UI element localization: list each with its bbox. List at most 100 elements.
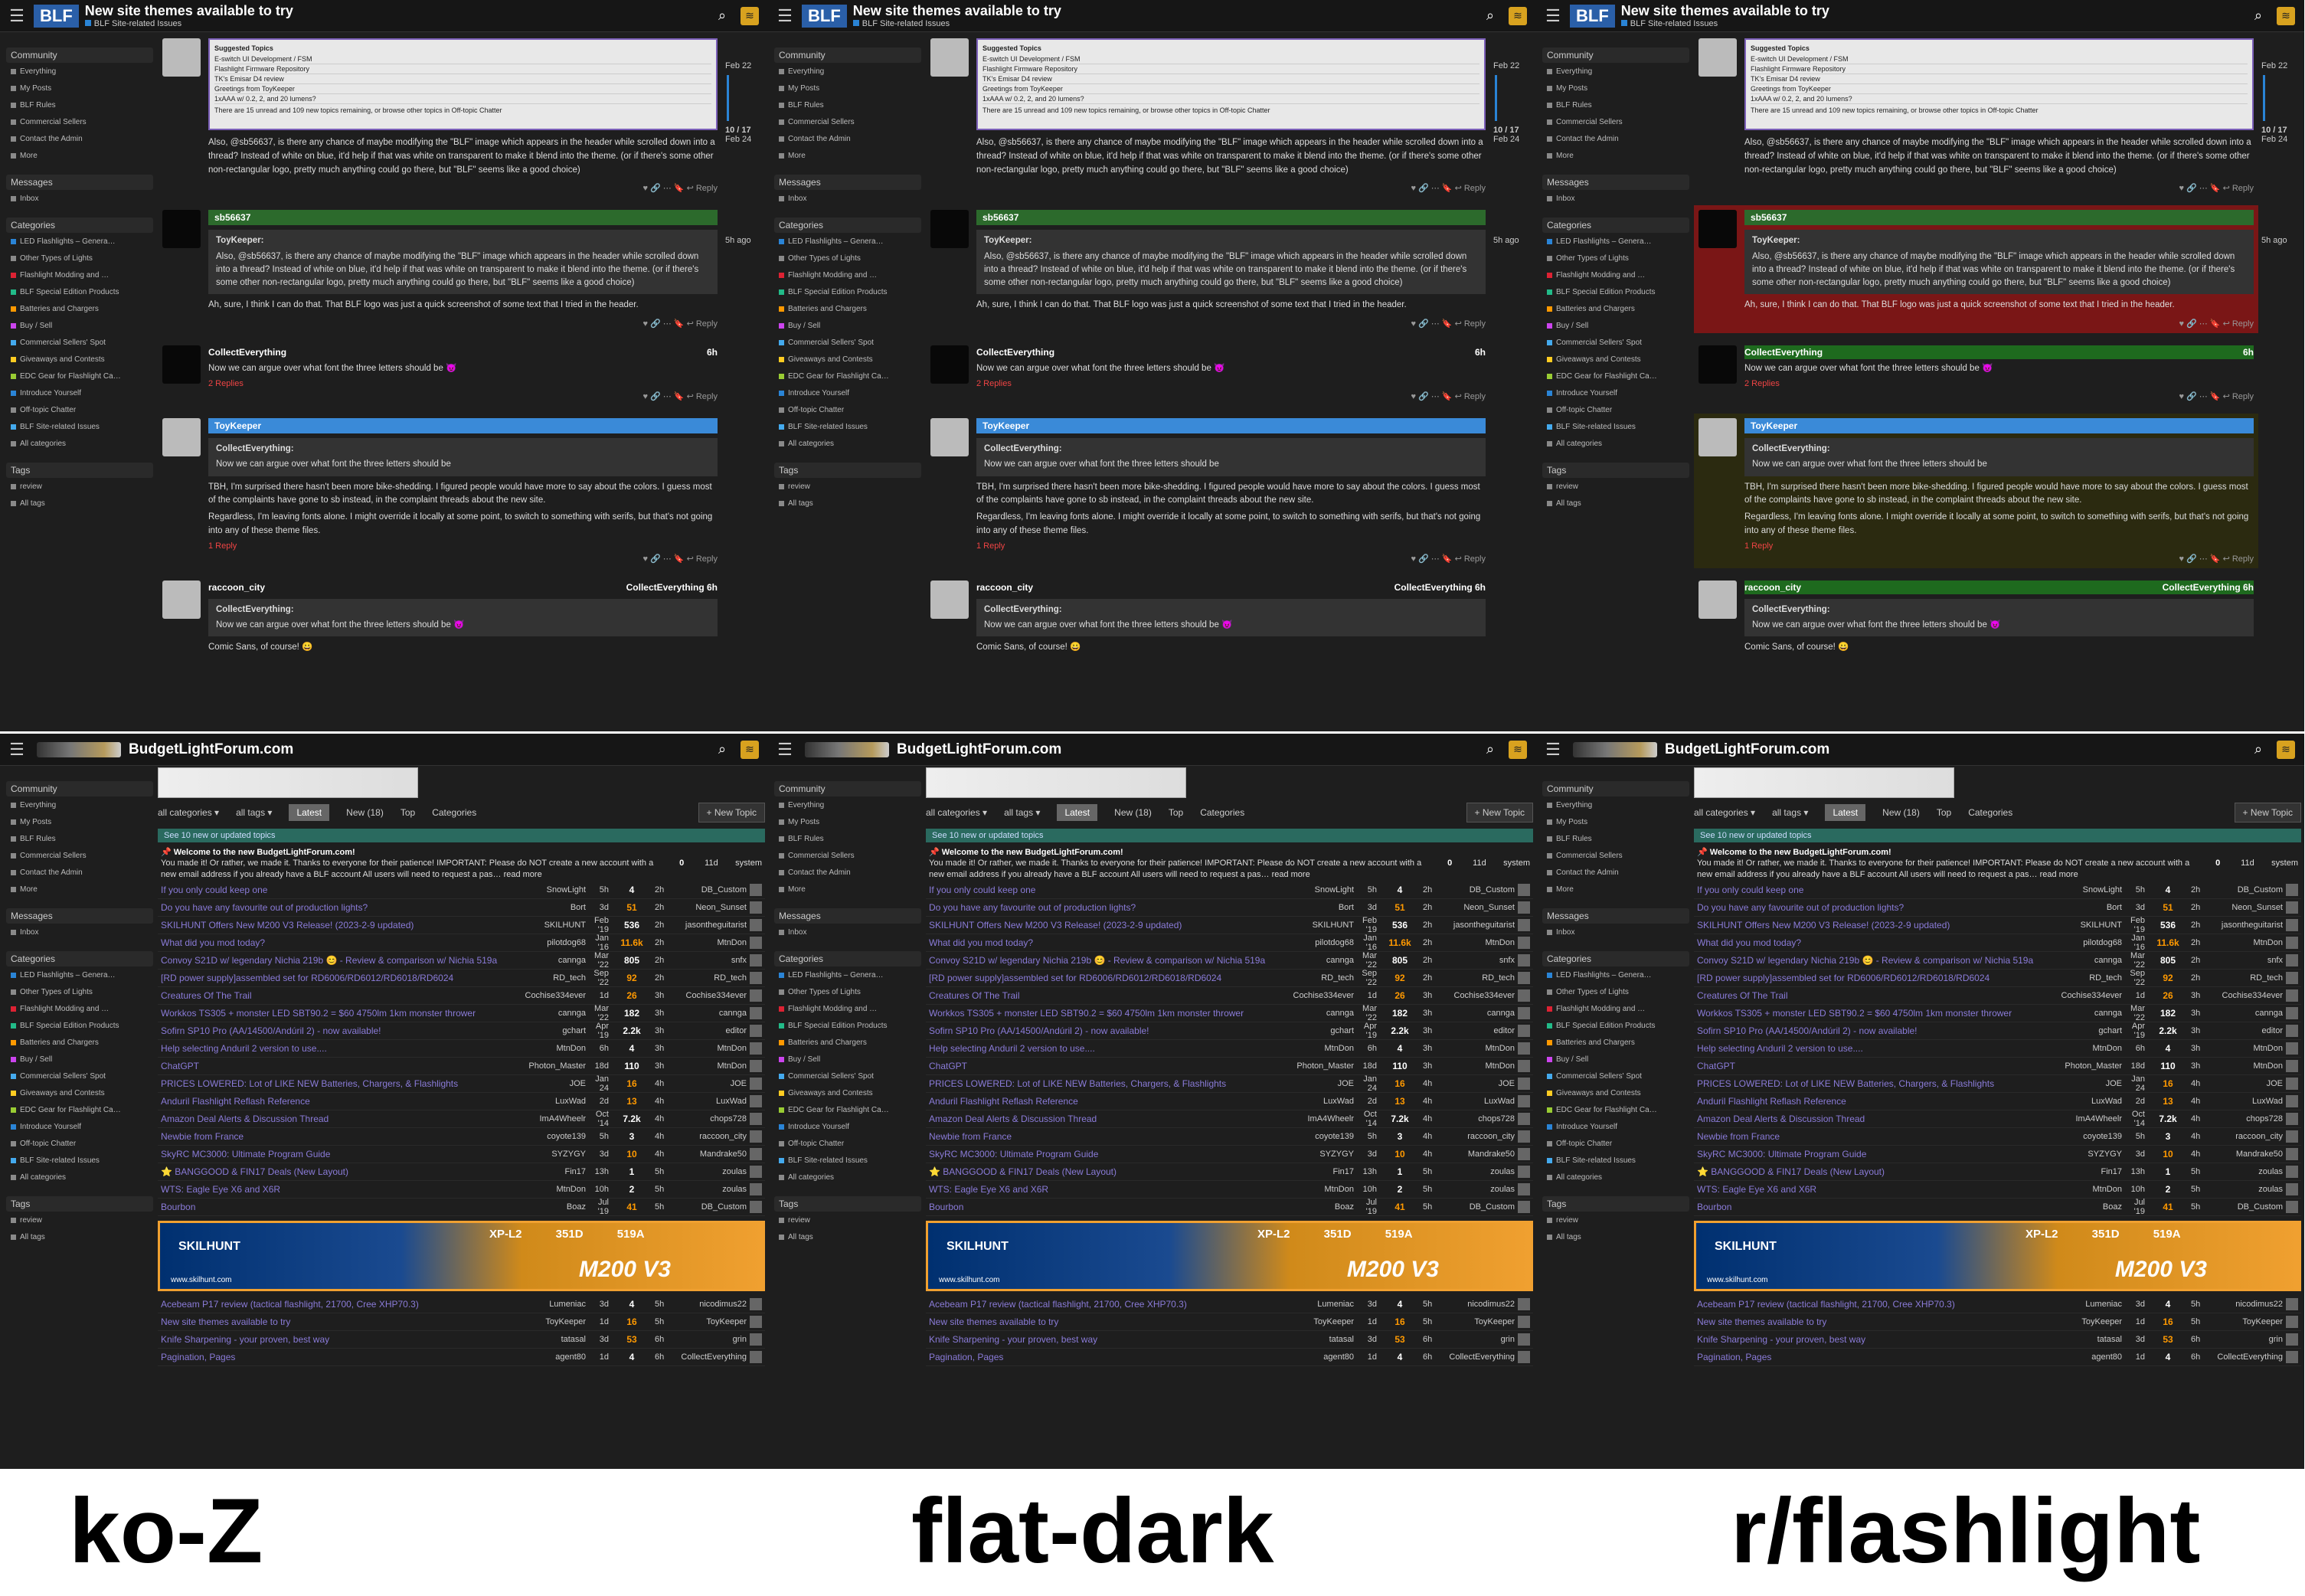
sidebar-tag[interactable]: review bbox=[6, 1212, 153, 1228]
avatar[interactable] bbox=[1518, 883, 1530, 896]
topic-row[interactable]: Help selecting Anduril 2 version to use.… bbox=[926, 1040, 1533, 1058]
avatar[interactable] bbox=[750, 901, 762, 914]
sidebar-category[interactable]: Batteries and Chargers bbox=[1542, 300, 1689, 317]
topic-row[interactable]: WTS: Eagle Eye X6 and X6R MtnDon 10h 2 5h… bbox=[1694, 1181, 2301, 1199]
sidebar-category[interactable]: All categories bbox=[1542, 435, 1689, 452]
hamburger-icon[interactable]: ☰ bbox=[768, 0, 802, 32]
timeline-start[interactable]: Feb 22 bbox=[725, 61, 763, 70]
topic-row[interactable]: Amazon Deal Alerts & Discussion Thread I… bbox=[158, 1110, 765, 1128]
topic-title[interactable]: Help selecting Anduril 2 version to use.… bbox=[161, 1043, 517, 1054]
sidebar-category[interactable]: Flashlight Modding and … bbox=[1542, 267, 1689, 283]
sidebar-category[interactable]: EDC Gear for Flashlight Ca… bbox=[774, 368, 921, 384]
topic-title[interactable]: SKILHUNT Offers New M200 V3 Release! (20… bbox=[161, 920, 517, 930]
sidebar-item[interactable]: My Posts bbox=[6, 80, 153, 96]
sidebar-item-inbox[interactable]: Inbox bbox=[1542, 924, 1689, 940]
avatar[interactable] bbox=[1699, 418, 1737, 457]
avatar[interactable] bbox=[750, 1094, 762, 1107]
sidebar-section-community[interactable]: Community bbox=[6, 781, 153, 796]
sidebar-section-messages[interactable]: Messages bbox=[6, 175, 153, 190]
sidebar-section-messages[interactable]: Messages bbox=[6, 908, 153, 924]
sidebar-category[interactable]: Flashlight Modding and … bbox=[6, 267, 153, 283]
post-actions[interactable]: ♥ 🔗 ⋯ 🔖 ↩ Reply bbox=[1744, 316, 2254, 329]
sidebar-category[interactable]: Off-topic Chatter bbox=[6, 1135, 153, 1152]
sidebar-category[interactable]: Commercial Sellers' Spot bbox=[774, 334, 921, 351]
topic-title[interactable]: Newbie from France bbox=[1697, 1131, 2053, 1142]
topic-title[interactable]: Pagination, Pages bbox=[929, 1352, 1285, 1362]
replies-link[interactable]: 2 Replies bbox=[976, 379, 1486, 388]
topic-title[interactable]: What did you mod today? bbox=[1697, 937, 2053, 948]
flashlight-logo[interactable] bbox=[1573, 741, 1657, 757]
hamburger-icon[interactable]: ☰ bbox=[1536, 734, 1570, 766]
sidebar-item[interactable]: Contact the Admin bbox=[6, 130, 153, 147]
sidebar-section-tags[interactable]: Tags bbox=[774, 463, 921, 478]
search-icon[interactable]: ⌕ bbox=[2249, 7, 2267, 25]
avatar[interactable] bbox=[2286, 1130, 2298, 1143]
timeline[interactable]: Feb 22 10 / 17 Feb 24 5h ago bbox=[1493, 61, 1532, 245]
avatar[interactable] bbox=[750, 1333, 762, 1346]
username[interactable]: sb56637 bbox=[976, 210, 1486, 226]
user-avatar[interactable]: ≋ bbox=[741, 740, 759, 759]
topic-title[interactable]: Bourbon bbox=[161, 1202, 517, 1212]
topic-title[interactable]: Sofirn SP10 Pro (AA/14500/Andúril 2) - n… bbox=[929, 1025, 1285, 1036]
avatar[interactable] bbox=[1518, 1059, 1530, 1072]
sidebar-tag[interactable]: review bbox=[6, 478, 153, 495]
topic-title[interactable]: New site themes available to try bbox=[929, 1316, 1285, 1327]
sidebar-category[interactable]: EDC Gear for Flashlight Ca… bbox=[1542, 1101, 1689, 1118]
sidebar-category[interactable]: All categories bbox=[774, 435, 921, 452]
sidebar-item[interactable]: Contact the Admin bbox=[774, 864, 921, 881]
avatar[interactable] bbox=[750, 1130, 762, 1143]
topic-title[interactable]: Creatures Of The Trail bbox=[161, 990, 517, 1001]
topic-title[interactable]: WTS: Eagle Eye X6 and X6R bbox=[161, 1184, 517, 1195]
topic-row[interactable]: Do you have any favourite out of product… bbox=[158, 899, 765, 917]
blf-logo[interactable]: BLF bbox=[1570, 4, 1615, 28]
sidebar-section-community[interactable]: Community bbox=[774, 781, 921, 796]
sidebar-item[interactable]: Commercial Sellers bbox=[1542, 847, 1689, 864]
sidebar-category[interactable]: BLF Special Edition Products bbox=[1542, 1017, 1689, 1034]
topic-row[interactable]: SkyRC MC3000: Ultimate Program Guide SYZ… bbox=[158, 1146, 765, 1163]
sidebar-item[interactable]: Everything bbox=[1542, 796, 1689, 813]
topic-row[interactable]: New site themes available to try ToyKeep… bbox=[926, 1313, 1533, 1331]
topic-title[interactable]: Acebeam P17 review (tactical flashlight,… bbox=[929, 1299, 1285, 1310]
sidebar-category[interactable]: BLF Site-related Issues bbox=[1542, 418, 1689, 435]
topic-row[interactable]: Newbie from France coyote139 5h 3 4h racco… bbox=[1694, 1128, 2301, 1146]
topic-title[interactable]: ChatGPT bbox=[161, 1061, 517, 1071]
sidebar-item[interactable]: BLF Rules bbox=[1542, 830, 1689, 847]
sidebar-category[interactable]: BLF Special Edition Products bbox=[1542, 283, 1689, 300]
tab-latest[interactable]: Latest bbox=[289, 804, 330, 821]
avatar[interactable] bbox=[2286, 1006, 2298, 1019]
avatar[interactable] bbox=[2286, 1200, 2298, 1213]
sidebar-category[interactable]: BLF Site-related Issues bbox=[6, 418, 153, 435]
topic-row[interactable]: PRICES LOWERED: Lot of LIKE NEW Batterie… bbox=[1694, 1074, 2301, 1093]
avatar[interactable] bbox=[1518, 971, 1530, 984]
sidebar-section-community[interactable]: Community bbox=[1542, 781, 1689, 796]
sidebar-section-messages[interactable]: Messages bbox=[1542, 175, 1689, 190]
avatar[interactable] bbox=[750, 1182, 762, 1195]
topic-title[interactable]: Knife Sharpening - your proven, best way bbox=[1697, 1334, 2053, 1345]
username[interactable]: raccoon_city CollectEverything 6h bbox=[208, 581, 718, 594]
sidebar-tag[interactable]: review bbox=[1542, 1212, 1689, 1228]
avatar[interactable] bbox=[750, 1006, 762, 1019]
sidebar-item[interactable]: Contact the Admin bbox=[1542, 864, 1689, 881]
topic-category[interactable]: BLF Site-related Issues bbox=[84, 19, 293, 28]
avatar[interactable] bbox=[1699, 345, 1737, 384]
filter-tags[interactable]: all tags ▾ bbox=[1772, 807, 1808, 818]
sidebar-category[interactable]: BLF Site-related Issues bbox=[774, 1152, 921, 1169]
search-icon[interactable]: ⌕ bbox=[2249, 741, 2267, 759]
replies-link[interactable]: 1 Reply bbox=[1744, 541, 2254, 551]
avatar[interactable] bbox=[750, 971, 762, 984]
topic-row[interactable]: Pagination, Pages agent80 1d 4 6h CollectE… bbox=[1694, 1349, 2301, 1366]
sidebar-section-tags[interactable]: Tags bbox=[6, 1196, 153, 1212]
username[interactable]: CollectEverything 6h bbox=[208, 345, 718, 359]
avatar[interactable] bbox=[2286, 1147, 2298, 1160]
topic-title[interactable]: Sofirn SP10 Pro (AA/14500/Andúril 2) - n… bbox=[1697, 1025, 2053, 1036]
sidebar-item[interactable]: Everything bbox=[6, 796, 153, 813]
avatar[interactable] bbox=[2286, 1042, 2298, 1055]
topic-title[interactable]: WTS: Eagle Eye X6 and X6R bbox=[929, 1184, 1285, 1195]
new-topic-button[interactable]: + New Topic bbox=[2234, 803, 2301, 823]
sidebar-section-messages[interactable]: Messages bbox=[774, 908, 921, 924]
post-actions[interactable]: ♥ 🔗 ⋯ 🔖 ↩ Reply bbox=[1744, 551, 2254, 564]
user-avatar[interactable]: ≋ bbox=[741, 6, 759, 25]
topic-row[interactable]: Sofirn SP10 Pro (AA/14500/Andúril 2) - n… bbox=[158, 1022, 765, 1040]
sidebar-category[interactable]: Buy / Sell bbox=[6, 317, 153, 334]
sidebar-item-inbox[interactable]: Inbox bbox=[774, 190, 921, 207]
